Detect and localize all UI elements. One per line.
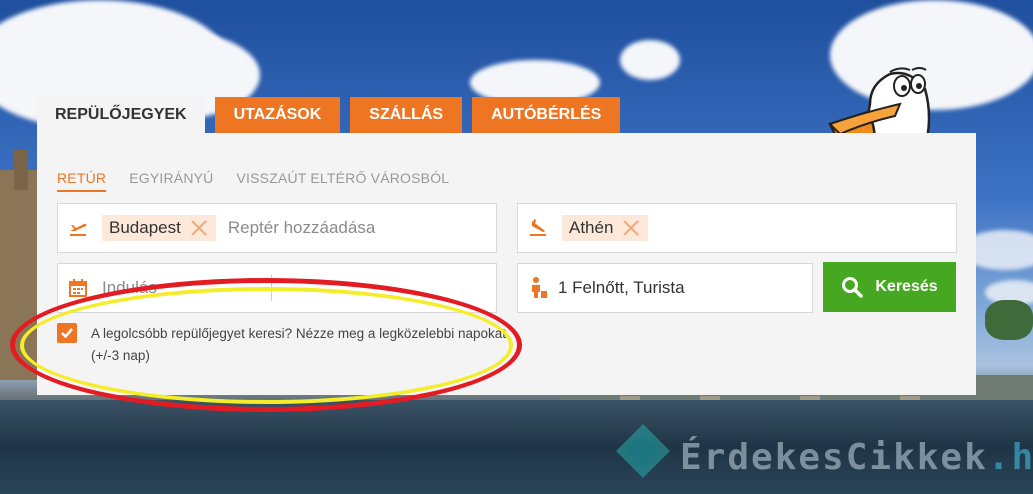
calendar-icon [68, 278, 88, 298]
search-button-label: Keresés [875, 278, 938, 295]
destination-chip: Athén [562, 215, 649, 241]
search-button[interactable]: Keresés [823, 262, 956, 312]
tab-multi-city[interactable]: VISSZAÚT ELTÉRŐ VÁROSBÓL [237, 170, 450, 192]
plane-takeoff-icon [68, 218, 88, 238]
traveler-icon [528, 277, 548, 298]
watermark-text: ÉrdekesCikkek.hu [680, 437, 1033, 478]
highlight-ellipse-yellow [20, 287, 513, 404]
tab-return[interactable]: RETÚR [57, 170, 107, 192]
trip-type-tabs: RETÚR EGYIRÁNYÚ VISSZAÚT ELTÉRŐ VÁROSBÓL [57, 170, 472, 192]
passengers-value: 1 Felnőtt, Turista [558, 278, 685, 297]
origin-field[interactable]: Budapest [57, 203, 497, 253]
tab-one-way[interactable]: EGYIRÁNYÚ [129, 170, 213, 192]
search-icon [842, 277, 864, 298]
tab-flights[interactable]: REPÜLŐJEGYEK [37, 97, 205, 133]
watermark-suffix: .hu [987, 437, 1033, 478]
add-airport-input[interactable] [227, 218, 468, 238]
destination-chip-label: Athén [569, 218, 614, 237]
destination-field[interactable]: Athén [517, 203, 957, 253]
remove-destination-icon[interactable] [621, 218, 641, 238]
remove-origin-icon[interactable] [189, 218, 209, 238]
plane-landing-icon [528, 218, 548, 238]
watermark-logo [616, 424, 670, 478]
tab-accommodation[interactable]: SZÁLLÁS [350, 97, 463, 133]
origin-chip: Budapest [102, 215, 216, 241]
product-tabs: REPÜLŐJEGYEK UTAZÁSOK SZÁLLÁS AUTÓBÉRLÉS [37, 97, 630, 133]
origin-chip-label: Budapest [109, 218, 181, 237]
tab-car-rental[interactable]: AUTÓBÉRLÉS [472, 97, 621, 133]
watermark-main: ÉrdekesCikkek [680, 437, 988, 478]
tab-trips[interactable]: UTAZÁSOK [214, 97, 341, 133]
passengers-field[interactable]: 1 Felnőtt, Turista [517, 263, 813, 313]
